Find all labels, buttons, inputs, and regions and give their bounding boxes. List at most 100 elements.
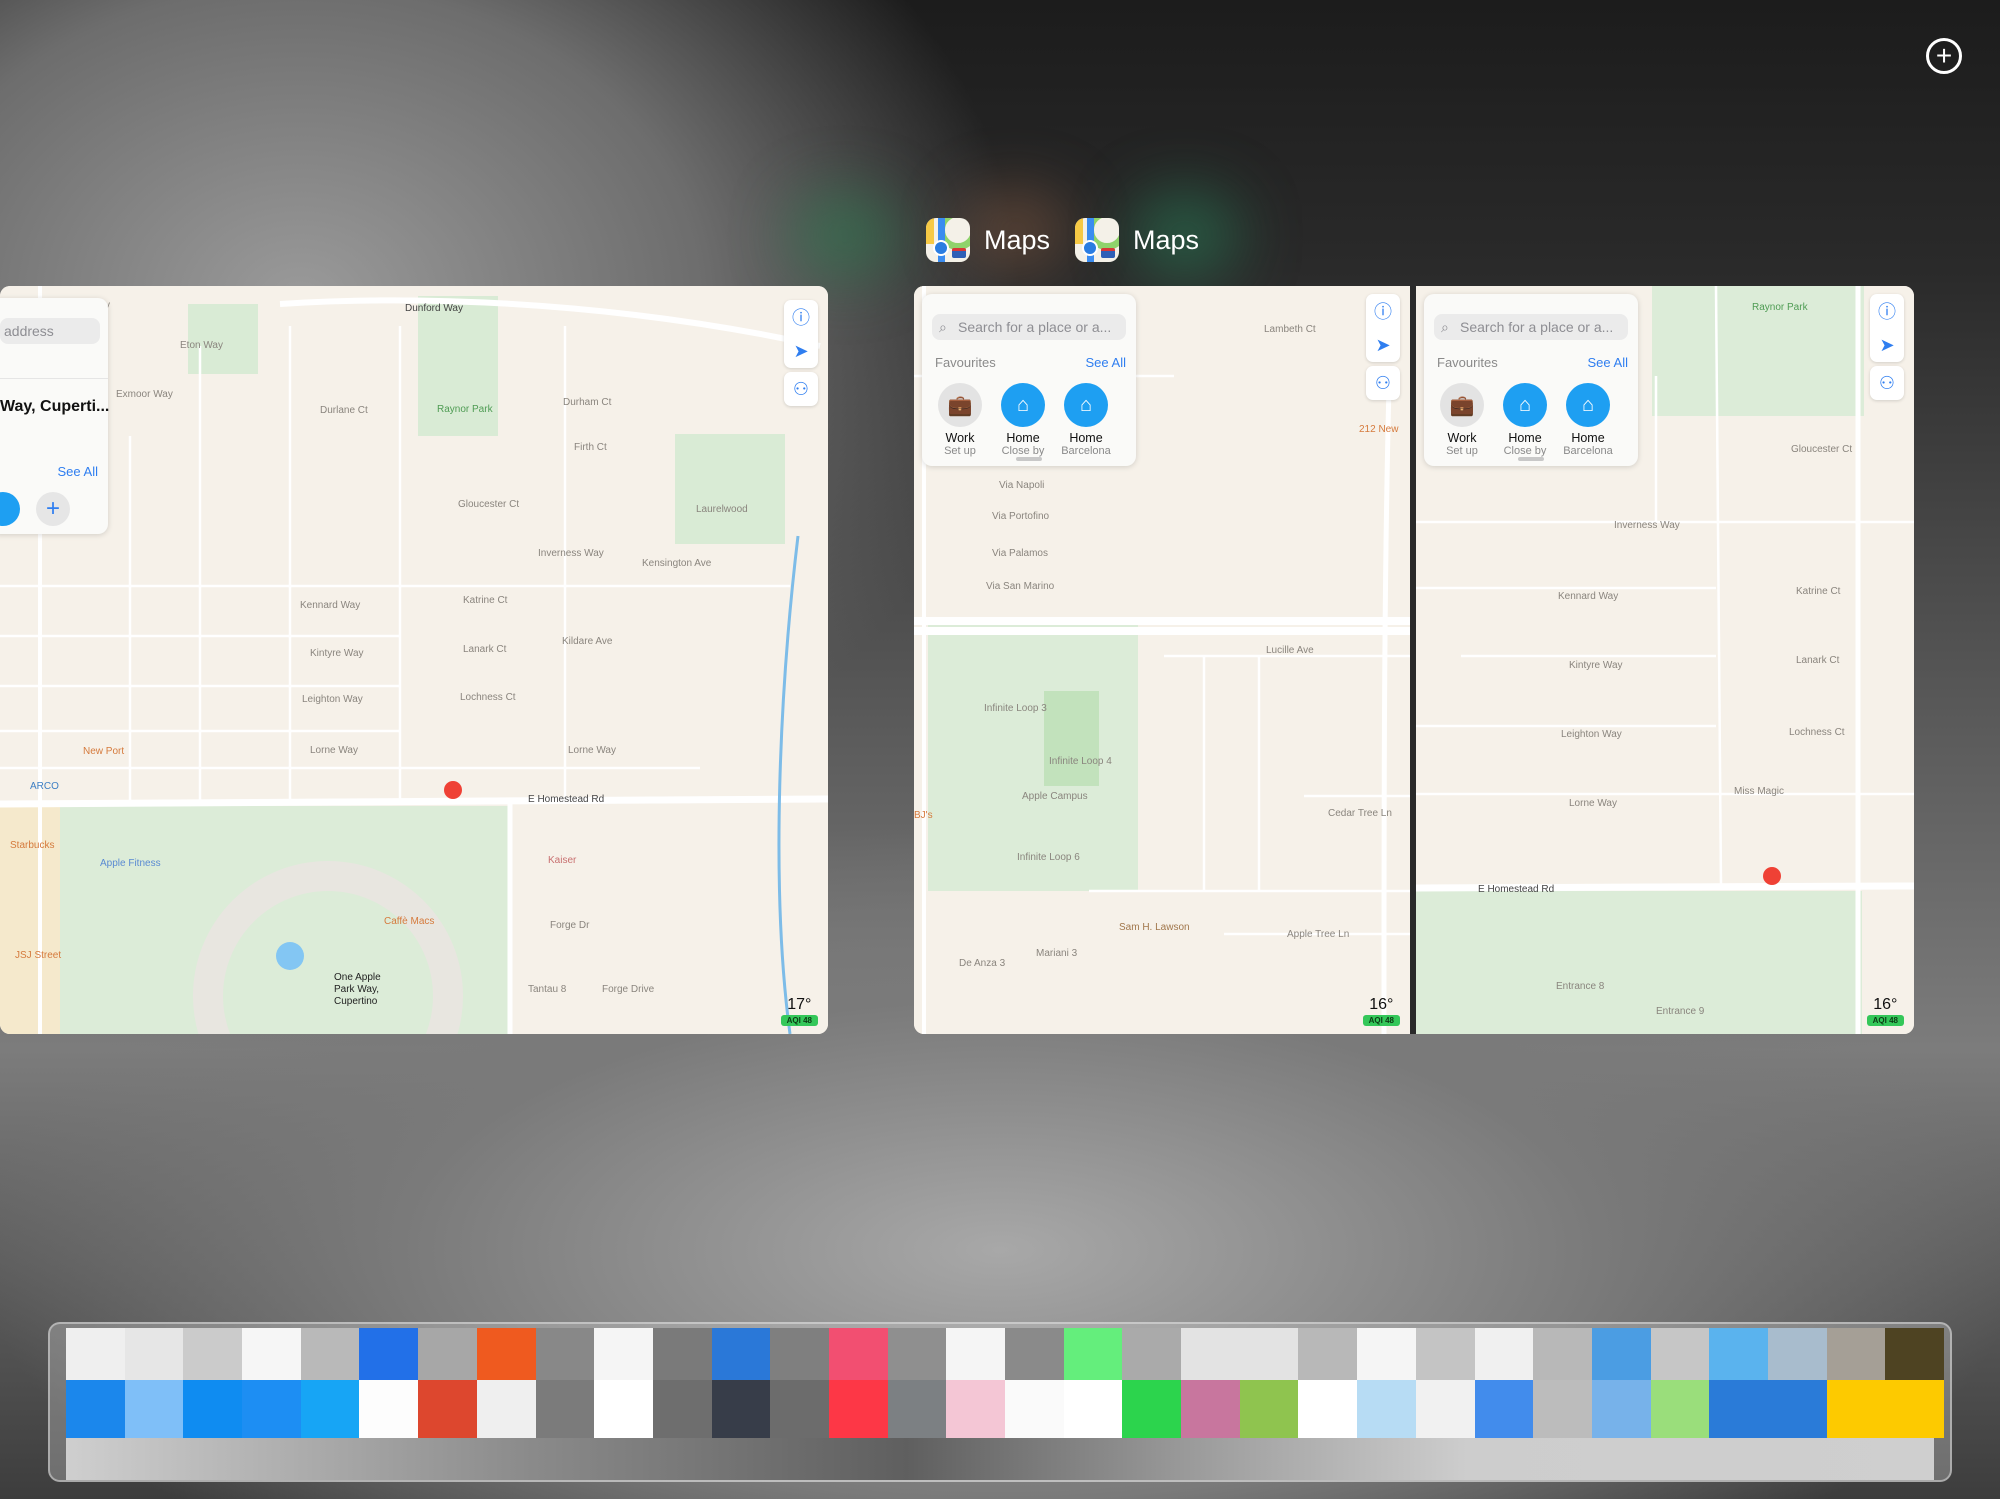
dock-app-tile[interactable]	[887, 1328, 947, 1380]
dock-app-tile[interactable]	[124, 1380, 184, 1438]
dock-app-tile[interactable]	[1474, 1328, 1534, 1380]
info-icon[interactable]: ⓘ	[1374, 294, 1392, 328]
dock-app-tile[interactable]	[1474, 1380, 1534, 1438]
dock-app-tile[interactable]	[1885, 1380, 1944, 1438]
add-favourite-button[interactable]: +	[36, 492, 70, 526]
dock-app-tile[interactable]	[300, 1380, 360, 1438]
dock-app-tile[interactable]	[1298, 1380, 1358, 1438]
dock-app-tile[interactable]	[1767, 1328, 1827, 1380]
panel-grabber[interactable]	[1016, 457, 1042, 461]
binoculars-icon[interactable]: ⚇	[793, 372, 809, 406]
dock-app-tile[interactable]	[1533, 1328, 1592, 1380]
dock-app-tile[interactable]	[476, 1328, 536, 1380]
info-icon[interactable]: ⓘ	[792, 300, 810, 334]
dock-app-tile[interactable]	[242, 1328, 301, 1380]
location-arrow-icon[interactable]: ➤	[1375, 328, 1390, 362]
dock-app-tile[interactable]	[828, 1328, 888, 1380]
dock-app-tile[interactable]	[300, 1328, 360, 1380]
dock-app-tile[interactable]	[1709, 1328, 1768, 1380]
dock-app-tile[interactable]	[1767, 1380, 1827, 1438]
app-card-maps-left[interactable]: Marion WayDunford Way Eton WayExmoor Way…	[0, 286, 828, 1034]
dock-app-tile[interactable]	[1709, 1380, 1768, 1438]
dock-app-tile[interactable]	[652, 1328, 712, 1380]
dock-app-tile[interactable]	[535, 1380, 595, 1438]
search-input[interactable]: ⌕ Search for a place or a...	[1434, 314, 1628, 340]
location-pin[interactable]	[444, 781, 462, 799]
see-all-link[interactable]: See All	[1588, 355, 1628, 370]
dock-app-tile[interactable]	[1885, 1328, 1944, 1380]
app-card-maps-split-left[interactable]: Lambeth Ct 212 New Via Napoli Via Portofin…	[914, 286, 1410, 1034]
dock-app-tile[interactable]	[946, 1328, 1005, 1380]
dock-app-tile[interactable]	[66, 1380, 125, 1438]
location-arrow-icon[interactable]: ➤	[1879, 328, 1894, 362]
dock-app-tile[interactable]	[1063, 1328, 1123, 1380]
binoculars-icon[interactable]: ⚇	[1879, 366, 1895, 400]
dock-app-tile[interactable]	[711, 1328, 771, 1380]
dock-app-tile[interactable]	[1181, 1380, 1240, 1438]
dock-app-tile[interactable]	[124, 1328, 184, 1380]
dock-app-tile[interactable]	[652, 1380, 712, 1438]
dock-app-tile[interactable]	[183, 1328, 243, 1380]
dock-app-tile[interactable]	[1650, 1328, 1710, 1380]
dock-app-tile[interactable]	[1298, 1328, 1358, 1380]
location-arrow-icon[interactable]: ➤	[793, 334, 808, 368]
dock-app-tile[interactable]	[1415, 1380, 1475, 1438]
info-icon[interactable]: ⓘ	[1878, 294, 1896, 328]
dock-app-tile[interactable]	[594, 1328, 653, 1380]
dock-app-tile[interactable]	[594, 1380, 653, 1438]
dock-app-tile[interactable]	[1122, 1380, 1182, 1438]
dock-app-tile[interactable]	[535, 1328, 595, 1380]
dock-app-tile[interactable]	[1005, 1380, 1064, 1438]
favourite-home[interactable]: ⌂ Home Close by	[1495, 383, 1555, 457]
dock-app-tile[interactable]	[1357, 1328, 1416, 1380]
favourite-work[interactable]: 💼 Work Set up	[930, 383, 990, 457]
dock-app-tile[interactable]	[1239, 1380, 1299, 1438]
app-name: Maps	[1133, 224, 1200, 255]
dock-app-tile[interactable]	[1415, 1328, 1475, 1380]
favourite-work[interactable]: 💼 Work Set up	[1432, 383, 1492, 457]
dock-app-tile[interactable]	[359, 1328, 419, 1380]
favourite-home[interactable]: ⌂ Home Close by	[993, 383, 1053, 457]
dock-app-tile[interactable]	[1826, 1328, 1886, 1380]
dock-app-tile[interactable]	[242, 1380, 301, 1438]
dock-app-tile[interactable]	[1181, 1328, 1240, 1380]
recent-item-title[interactable]: Way, Cuperti...	[0, 398, 109, 416]
app-card-maps-split-right[interactable]: Raynor Park Gloucester Ct Inverness Way Ke…	[1416, 286, 1914, 1034]
favourite-home-barcelona[interactable]: ⌂ Home Barcelona	[1558, 383, 1618, 457]
dock-app-tile[interactable]	[1826, 1380, 1886, 1438]
dock-app-tile[interactable]	[711, 1380, 771, 1438]
dock-app-tile[interactable]	[1591, 1380, 1651, 1438]
dock-app-tile[interactable]	[828, 1380, 888, 1438]
dock-app-tile[interactable]	[418, 1328, 477, 1380]
dock-app-tile[interactable]	[946, 1380, 1005, 1438]
dock-app-tile[interactable]	[770, 1380, 829, 1438]
dock-app-tile[interactable]	[1005, 1328, 1064, 1380]
map-view[interactable]: Marion WayDunford Way Eton WayExmoor Way…	[0, 286, 828, 1034]
dock-row-middle	[66, 1380, 1944, 1438]
search-input[interactable]: address	[0, 318, 100, 344]
dock-app-tile[interactable]	[1533, 1380, 1592, 1438]
see-all-link[interactable]: See All	[1086, 355, 1126, 370]
search-input[interactable]: ⌕ Search for a place or a...	[932, 314, 1126, 340]
dock-app-tile[interactable]	[66, 1328, 125, 1380]
dock-app-tile[interactable]	[183, 1380, 243, 1438]
home-favourite-button[interactable]	[0, 492, 20, 526]
dock-app-tile[interactable]	[1239, 1328, 1299, 1380]
dock-app-tile[interactable]	[418, 1380, 477, 1438]
dock-app-tile[interactable]	[1063, 1380, 1123, 1438]
location-pin[interactable]	[1763, 867, 1781, 885]
favourite-home-barcelona[interactable]: ⌂ Home Barcelona	[1056, 383, 1116, 457]
add-space-button[interactable]: +	[1926, 38, 1962, 74]
dock-app-tile[interactable]	[770, 1328, 829, 1380]
dock-app-tile[interactable]	[887, 1380, 947, 1438]
binoculars-icon[interactable]: ⚇	[1375, 366, 1391, 400]
home-icon: ⌂	[1566, 383, 1610, 427]
dock-app-tile[interactable]	[476, 1380, 536, 1438]
panel-grabber[interactable]	[1518, 457, 1544, 461]
dock-app-tile[interactable]	[359, 1380, 419, 1438]
dock-app-tile[interactable]	[1357, 1380, 1416, 1438]
dock-app-tile[interactable]	[1591, 1328, 1651, 1380]
dock-app-tile[interactable]	[1122, 1328, 1182, 1380]
see-all-link[interactable]: See All	[58, 464, 98, 479]
dock-app-tile[interactable]	[1650, 1380, 1710, 1438]
